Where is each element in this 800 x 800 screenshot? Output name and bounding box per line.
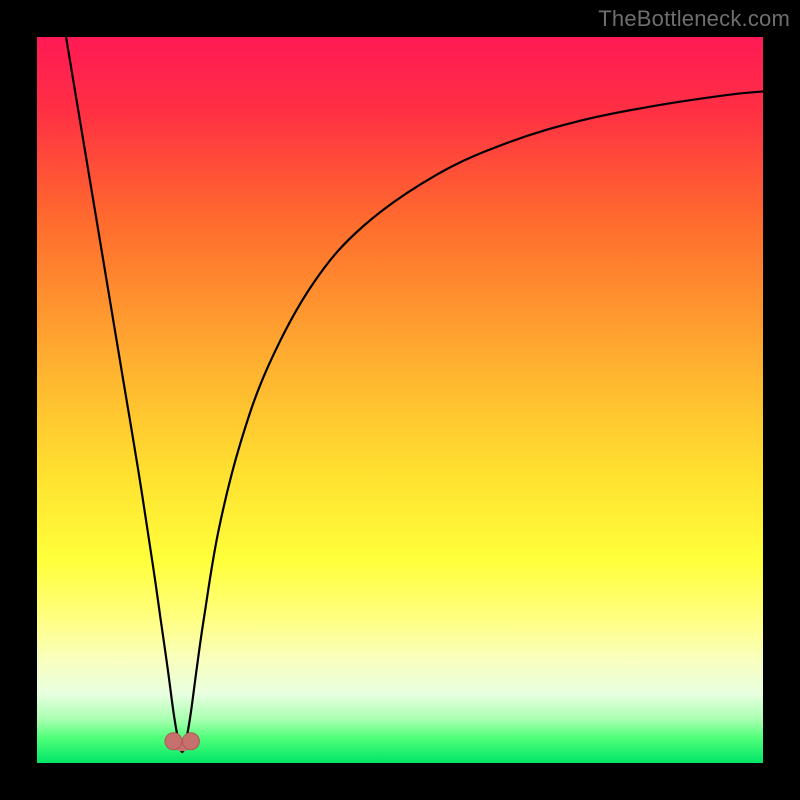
plot-area <box>37 37 763 763</box>
data-points <box>37 37 763 763</box>
data-point-0 <box>165 733 182 750</box>
watermark-text: TheBottleneck.com <box>598 6 790 32</box>
data-point-1 <box>182 733 199 750</box>
chart-frame: TheBottleneck.com <box>0 0 800 800</box>
